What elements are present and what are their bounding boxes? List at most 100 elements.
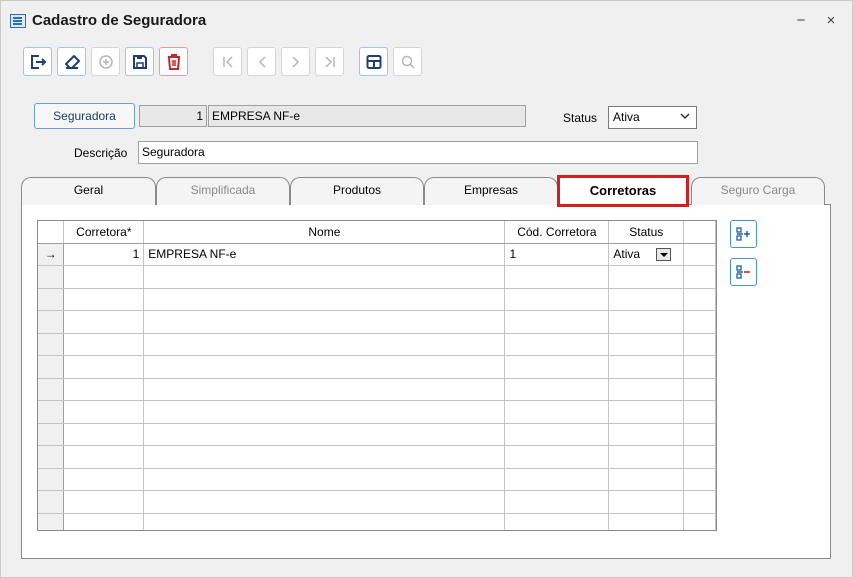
empty-table-row[interactable] bbox=[38, 265, 716, 289]
cell-corretora[interactable]: 1 bbox=[63, 243, 145, 266]
empty-cell[interactable] bbox=[608, 490, 685, 514]
status-select[interactable]: Ativa bbox=[608, 106, 697, 129]
empty-cell[interactable] bbox=[504, 310, 610, 334]
descricao-field[interactable]: Seguradora bbox=[138, 141, 698, 164]
empty-cell[interactable] bbox=[63, 378, 145, 401]
empty-cell[interactable] bbox=[63, 423, 145, 446]
empty-cell[interactable] bbox=[63, 288, 145, 311]
corretoras-grid[interactable]: Corretora* Nome Cód. Corretora Status → … bbox=[37, 220, 717, 531]
add-row-button[interactable] bbox=[730, 220, 757, 248]
cell-filler bbox=[683, 243, 716, 266]
minimize-button[interactable]: − bbox=[791, 10, 811, 32]
empty-cell[interactable] bbox=[63, 400, 145, 424]
empty-cell[interactable] bbox=[504, 333, 610, 356]
tab-corretoras[interactable]: Corretoras bbox=[557, 175, 689, 207]
column-header-status[interactable]: Status bbox=[608, 221, 685, 244]
empty-cell[interactable] bbox=[608, 310, 685, 334]
empty-table-row[interactable] bbox=[38, 400, 716, 424]
tab-geral[interactable]: Geral bbox=[21, 177, 156, 205]
table-view-button[interactable] bbox=[359, 47, 388, 76]
exit-button[interactable] bbox=[23, 47, 52, 76]
empty-cell[interactable] bbox=[63, 513, 145, 530]
empty-cell[interactable] bbox=[504, 445, 610, 469]
empty-cell[interactable] bbox=[608, 355, 685, 379]
empty-cell[interactable] bbox=[608, 288, 685, 311]
empty-cell[interactable] bbox=[63, 490, 145, 514]
empty-cell[interactable] bbox=[143, 378, 506, 401]
empty-table-row[interactable] bbox=[38, 468, 716, 491]
next-record-button[interactable] bbox=[281, 47, 310, 76]
status-dropdown-button[interactable] bbox=[656, 247, 672, 261]
empty-cell[interactable] bbox=[608, 423, 685, 446]
empty-cell[interactable] bbox=[63, 265, 145, 289]
empty-cell[interactable] bbox=[504, 400, 610, 424]
column-header-nome[interactable]: Nome bbox=[143, 221, 506, 244]
empty-table-row[interactable] bbox=[38, 333, 716, 356]
empty-cell[interactable] bbox=[143, 355, 506, 379]
empty-cell[interactable] bbox=[504, 265, 610, 289]
empty-cell[interactable] bbox=[143, 288, 506, 311]
empty-table-row[interactable] bbox=[38, 490, 716, 514]
empty-cell[interactable] bbox=[504, 423, 610, 446]
empty-cell bbox=[683, 333, 716, 356]
table-row[interactable]: → 1 EMPRESA NF-e 1 Ativa bbox=[38, 243, 716, 266]
empty-table-row[interactable] bbox=[38, 355, 716, 379]
empty-table-row[interactable] bbox=[38, 445, 716, 469]
seguradora-name-field[interactable]: EMPRESA NF-e bbox=[208, 105, 526, 127]
tab-seguro-carga[interactable]: Seguro Carga bbox=[691, 177, 825, 205]
tab-produtos[interactable]: Produtos bbox=[290, 177, 424, 205]
empty-cell[interactable] bbox=[143, 333, 506, 356]
empty-cell[interactable] bbox=[608, 378, 685, 401]
empty-cell[interactable] bbox=[143, 490, 506, 514]
cell-status[interactable]: Ativa bbox=[608, 243, 685, 266]
empty-cell[interactable] bbox=[504, 378, 610, 401]
cell-cod-corretora[interactable]: 1 bbox=[504, 243, 610, 266]
column-header-cod-corretora[interactable]: Cód. Corretora bbox=[504, 221, 610, 244]
close-button[interactable]: × bbox=[821, 10, 841, 32]
column-header-corretora[interactable]: Corretora* bbox=[63, 221, 145, 244]
last-record-button[interactable] bbox=[315, 47, 344, 76]
remove-row-button[interactable] bbox=[730, 258, 757, 286]
previous-record-button[interactable] bbox=[247, 47, 276, 76]
empty-cell[interactable] bbox=[608, 468, 685, 491]
empty-table-row[interactable] bbox=[38, 378, 716, 401]
first-record-button[interactable] bbox=[213, 47, 242, 76]
empty-cell[interactable] bbox=[504, 468, 610, 491]
search-button[interactable] bbox=[393, 47, 422, 76]
empty-cell[interactable] bbox=[504, 355, 610, 379]
empty-cell[interactable] bbox=[143, 513, 506, 530]
empty-cell[interactable] bbox=[143, 265, 506, 289]
empty-cell[interactable] bbox=[504, 490, 610, 514]
tab-empresas[interactable]: Empresas bbox=[424, 177, 558, 205]
empty-cell[interactable] bbox=[63, 445, 145, 469]
empty-table-row[interactable] bbox=[38, 288, 716, 311]
row-indicator bbox=[38, 400, 65, 424]
delete-button[interactable] bbox=[159, 47, 188, 76]
empty-cell[interactable] bbox=[504, 513, 610, 530]
empty-cell[interactable] bbox=[608, 265, 685, 289]
empty-table-row[interactable] bbox=[38, 423, 716, 446]
empty-cell[interactable] bbox=[63, 355, 145, 379]
empty-cell[interactable] bbox=[63, 333, 145, 356]
cell-nome[interactable]: EMPRESA NF-e bbox=[143, 243, 506, 266]
add-button[interactable] bbox=[91, 47, 120, 76]
seguradora-button[interactable]: Seguradora bbox=[34, 103, 135, 129]
empty-cell[interactable] bbox=[63, 310, 145, 334]
empty-cell[interactable] bbox=[608, 445, 685, 469]
seguradora-code-field[interactable]: 1 bbox=[139, 105, 207, 127]
empty-cell[interactable] bbox=[608, 400, 685, 424]
empty-cell[interactable] bbox=[143, 310, 506, 334]
tab-simplificada[interactable]: Simplificada bbox=[156, 177, 290, 205]
empty-cell[interactable] bbox=[608, 333, 685, 356]
empty-cell[interactable] bbox=[143, 445, 506, 469]
empty-cell[interactable] bbox=[143, 423, 506, 446]
save-button[interactable] bbox=[125, 47, 154, 76]
empty-cell[interactable] bbox=[143, 400, 506, 424]
empty-table-row[interactable] bbox=[38, 310, 716, 334]
empty-cell[interactable] bbox=[504, 288, 610, 311]
empty-cell[interactable] bbox=[143, 468, 506, 491]
empty-table-row[interactable] bbox=[38, 513, 716, 530]
empty-cell[interactable] bbox=[608, 513, 685, 530]
clear-button[interactable] bbox=[57, 47, 86, 76]
empty-cell[interactable] bbox=[63, 468, 145, 491]
